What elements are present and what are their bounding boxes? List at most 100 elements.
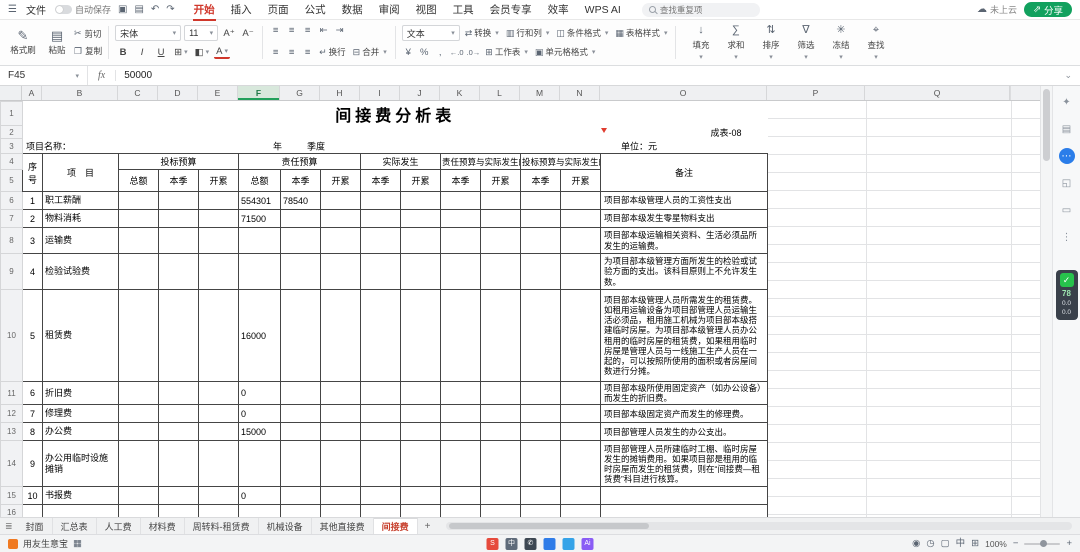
actual-quarter-cell[interactable] xyxy=(360,227,401,254)
bid-accum-cell[interactable] xyxy=(198,209,239,228)
floating-widget[interactable]: ✓ 78 0.0 0.0 xyxy=(1055,270,1078,320)
duty-diff-quarter-cell[interactable] xyxy=(440,191,481,210)
cell-format-button[interactable]: ▣ 单元格格式 ▾ xyxy=(533,44,598,60)
formula-input[interactable]: 50000 xyxy=(116,70,1056,81)
bid-diff-quarter-cell[interactable] xyxy=(520,486,561,506)
duty-total-cell[interactable]: 71500 xyxy=(238,209,281,228)
bid-diff-accum-cell[interactable] xyxy=(560,209,601,228)
note-cell[interactable]: 项目部本级所使用固定资产（如办公设备）而发生的折旧费。 xyxy=(599,380,769,406)
duty-accum-cell[interactable] xyxy=(320,380,361,406)
actual-quarter-cell[interactable] xyxy=(360,191,401,210)
wps-taskbar-icon[interactable]: S xyxy=(486,537,499,550)
row-number[interactable]: 11 xyxy=(0,380,23,406)
cut-button[interactable]: ✂ 剪切 xyxy=(74,28,102,40)
duty-diff-accum-cell[interactable] xyxy=(480,253,521,290)
formula-bar-expand-icon[interactable]: ⌄ xyxy=(1056,70,1080,81)
duty-quarter-cell[interactable] xyxy=(280,404,321,424)
chat-icon[interactable]: ⋯ xyxy=(1058,148,1075,164)
note-cell[interactable] xyxy=(599,504,769,517)
thousands-separator-icon[interactable]: , xyxy=(434,47,447,58)
note-cell[interactable]: 项目部管理人员所建临时工棚、临时房屋发生的摊销费用。如果项目部是租用的临时房屋而… xyxy=(599,440,769,488)
item-cell[interactable]: 书报费 xyxy=(42,486,119,506)
row-number[interactable]: 16 xyxy=(0,504,23,517)
row-number[interactable]: 9 xyxy=(0,253,23,290)
duty-diff-quarter-cell[interactable] xyxy=(440,486,481,506)
duty-diff-accum-cell[interactable] xyxy=(480,486,521,506)
duty-accum-cell[interactable] xyxy=(320,227,361,254)
increase-font-button[interactable]: A⁺ xyxy=(221,25,237,41)
duty-diff-quarter-cell[interactable] xyxy=(440,440,481,488)
bid-accum-cell[interactable] xyxy=(198,440,239,488)
actual-quarter-cell[interactable] xyxy=(360,422,401,442)
duty-quarter-cell[interactable] xyxy=(280,380,321,406)
fill-color-button[interactable]: ◧ ▾ xyxy=(193,44,212,60)
sheet-title[interactable]: 间接费分析表 xyxy=(23,102,768,126)
group-header-duty-diff[interactable]: 责任预算与实际发生的差 xyxy=(440,153,521,170)
column-header-H[interactable]: H xyxy=(320,86,360,100)
duty-diff-accum-cell[interactable] xyxy=(480,422,521,442)
italic-button[interactable]: I xyxy=(134,44,150,60)
align-right-icon[interactable]: ≡ xyxy=(301,25,314,36)
bid-quarter-cell[interactable] xyxy=(158,486,199,506)
row-number[interactable]: 8 xyxy=(0,227,23,254)
window-icon[interactable]: ▢ xyxy=(941,539,950,549)
grid-icon[interactable]: ⊞ xyxy=(971,539,979,549)
duty-accum-cell[interactable] xyxy=(320,404,361,424)
bid-quarter-cell[interactable] xyxy=(158,227,199,254)
duty-quarter-cell[interactable] xyxy=(280,209,321,228)
search-input[interactable] xyxy=(659,4,753,15)
ribbon-sum-button[interactable]: 求和 ▾ xyxy=(719,23,752,62)
duty-diff-quarter-cell[interactable] xyxy=(440,380,481,406)
bid-quarter-cell[interactable] xyxy=(158,422,199,442)
ribbon-find-button[interactable]: 查找 ▾ xyxy=(859,23,892,62)
bid-total-cell[interactable] xyxy=(118,440,159,488)
item-cell[interactable]: 办公费 xyxy=(42,422,119,442)
bid-total-cell[interactable] xyxy=(118,227,159,254)
bid-diff-accum-cell[interactable] xyxy=(560,422,601,442)
align-bottom-icon[interactable]: ≡ xyxy=(301,47,314,58)
column-header-N[interactable]: N xyxy=(560,86,600,100)
bid-diff-quarter-cell[interactable] xyxy=(520,380,561,406)
row-number[interactable]: 7 xyxy=(0,209,23,228)
duty-total-cell[interactable] xyxy=(238,227,281,254)
group-header-bid-diff[interactable]: 投标预算与实际发生的差 xyxy=(520,153,601,170)
align-left-icon[interactable]: ≡ xyxy=(269,25,282,36)
ribbon-filter-button[interactable]: 筛选 ▾ xyxy=(789,23,822,62)
duty-total-cell[interactable]: 16000 xyxy=(238,289,281,382)
actual-accum-cell[interactable] xyxy=(400,227,441,254)
row-number[interactable]: 14 xyxy=(0,440,23,488)
seq-cell[interactable]: 2 xyxy=(22,209,43,228)
bid-diff-quarter-cell[interactable] xyxy=(520,422,561,442)
launcher-icon[interactable] xyxy=(8,538,18,549)
item-cell[interactable]: 修理费 xyxy=(42,404,119,424)
percent-icon[interactable]: % xyxy=(418,47,431,58)
bid-diff-accum-cell[interactable] xyxy=(560,289,601,382)
bid-total-cell[interactable] xyxy=(118,380,159,406)
ribbon-fill-button[interactable]: 填充 ▾ xyxy=(684,23,717,62)
app-teal-icon[interactable] xyxy=(562,537,575,550)
duty-diff-quarter-cell[interactable] xyxy=(440,253,481,290)
menu-tab-4[interactable]: 数据 xyxy=(334,0,371,19)
copy-button[interactable]: ❐ 复制 xyxy=(74,45,102,57)
duty-accum-cell[interactable] xyxy=(320,191,361,210)
bid-accum-cell[interactable] xyxy=(198,191,239,210)
duty-diff-accum-cell[interactable] xyxy=(480,404,521,424)
duty-diff-accum-cell[interactable] xyxy=(480,380,521,406)
group-header-actual[interactable]: 实际发生 xyxy=(360,153,441,170)
duty-quarter-cell[interactable] xyxy=(280,422,321,442)
wrap-text-button[interactable]: ↵ 换行 xyxy=(317,44,348,60)
bid-quarter-cell[interactable] xyxy=(158,380,199,406)
font-color-button[interactable]: A ▾ xyxy=(214,45,231,59)
share-button[interactable]: ⇗ 分享 xyxy=(1024,2,1072,17)
increase-indent-icon[interactable]: ⇥ xyxy=(333,25,346,36)
duty-quarter-cell[interactable] xyxy=(280,253,321,290)
launcher-label[interactable]: 用友生意宝 xyxy=(23,537,68,550)
note-cell[interactable]: 为项目部本级管理方面所发生的检验或试验方面的支出。该科目原则上不允许发生数。 xyxy=(599,253,769,290)
bid-diff-quarter-cell[interactable] xyxy=(520,227,561,254)
menu-tab-9[interactable]: 效率 xyxy=(540,0,577,19)
bid-total-cell[interactable] xyxy=(118,486,159,506)
seq-cell[interactable]: 8 xyxy=(22,422,43,442)
bid-quarter-cell[interactable] xyxy=(158,209,199,228)
actual-accum-cell[interactable] xyxy=(400,191,441,210)
duty-quarter-cell[interactable] xyxy=(280,289,321,382)
